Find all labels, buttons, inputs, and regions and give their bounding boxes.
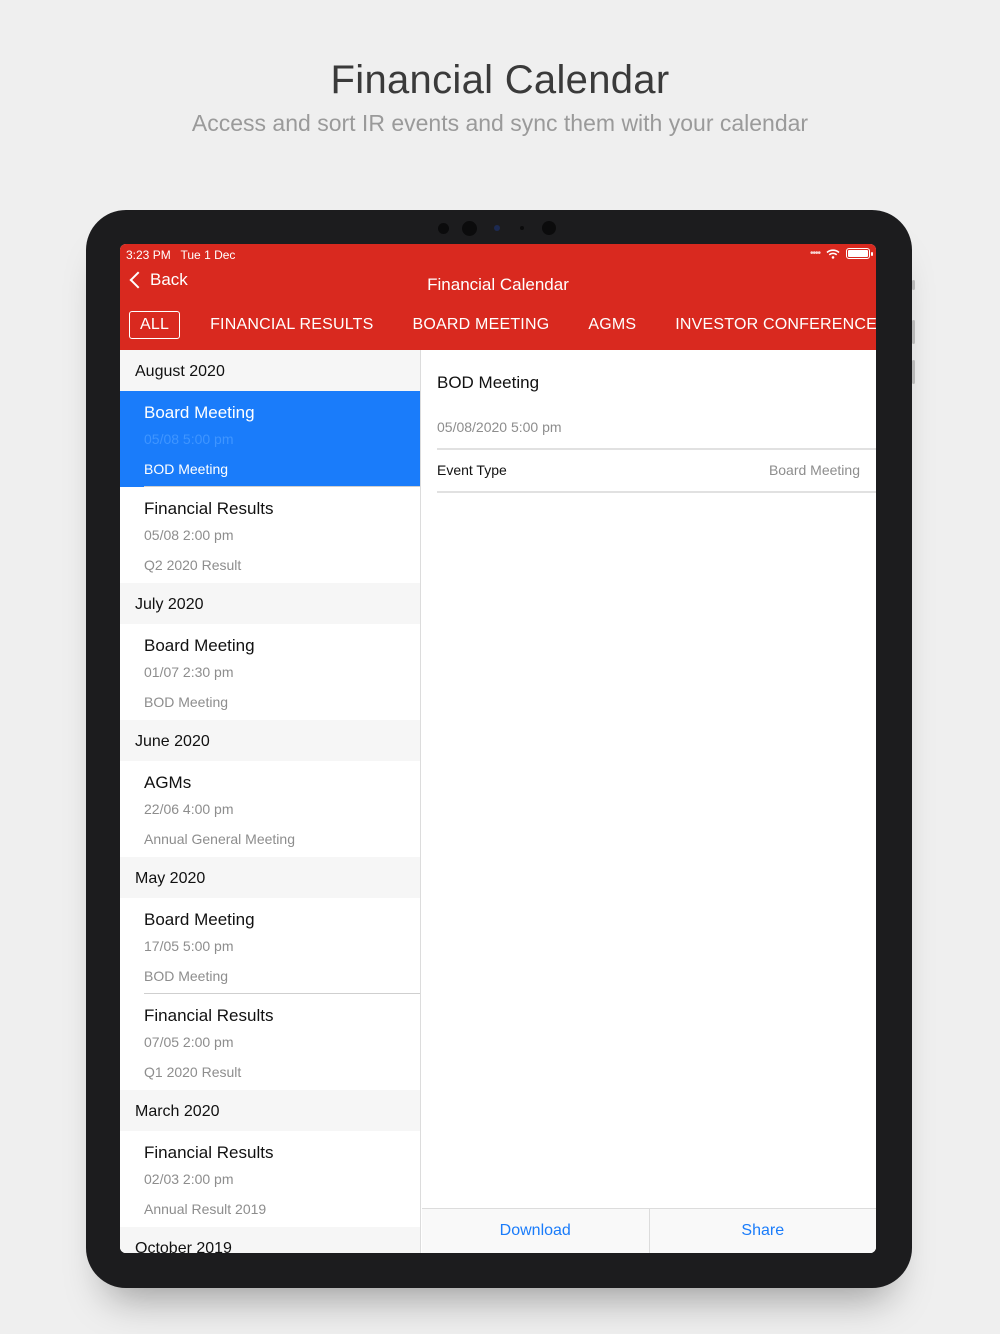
section-header: May 2020 [120,857,420,898]
filter-tab-agms[interactable]: AGMS [588,316,636,334]
section-header: July 2020 [120,583,420,624]
divider [437,448,876,450]
section-header: March 2020 [120,1090,420,1131]
status-bar-time: 3:23 PM Tue 1 Dec [126,248,235,262]
event-description: Annual General Meeting [144,831,295,847]
device-side-button [912,280,915,290]
event-time: 22/06 4:00 pm [144,801,234,817]
promo-subtitle: Access and sort IR events and sync them … [191,110,809,136]
event-time: 02/03 2:00 pm [144,1171,234,1187]
list-item[interactable]: AGMs 22/06 4:00 pm Annual General Meeting [120,761,420,857]
filter-tab-board-meeting[interactable]: BOARD MEETING [413,316,550,334]
event-description: BOD Meeting [144,461,229,477]
device-volume-button [912,320,915,344]
event-time: 17/05 5:00 pm [144,938,234,954]
event-description: Annual Result 2019 [144,1201,267,1217]
download-button[interactable]: Download [422,1209,649,1253]
signal-icon: •••• [809,248,821,259]
event-description: Q1 2020 Result [144,1064,242,1080]
event-type-label: Event Type [437,462,507,478]
event-detail-pane: BOD Meeting 05/08/2020 5:00 pm Event Typ… [422,350,876,1253]
event-description: BOD Meeting [144,694,229,710]
action-bar: Download Share [422,1208,876,1253]
list-item[interactable]: Financial Results 02/03 2:00 pm Annual Res… [120,1131,420,1227]
event-type-value: Board Meeting [768,462,860,478]
device-volume-button [912,360,915,384]
event-description: Q2 2020 Result [144,557,242,573]
promo-title: Financial Calendar [330,58,670,102]
event-title: Board Meeting [144,403,255,422]
app-screen: 3:23 PM Tue 1 Dec •••• Back Financial Ca… [120,244,876,1253]
status-icons: •••• [809,248,873,259]
nav-title: Financial Calendar [427,275,569,294]
event-title: Financial Results [144,1006,274,1025]
event-time: 01/07 2:30 pm [144,664,234,680]
battery-icon [846,248,873,259]
divider [437,491,876,493]
event-title: Board Meeting [144,636,255,655]
detail-title: BOD Meeting [437,373,540,392]
event-time: 05/08 2:00 pm [144,527,234,543]
event-time: 07/05 2:00 pm [144,1034,234,1050]
filter-tab-financial-results[interactable]: FINANCIAL RESULTS [210,316,373,334]
camera-array [436,220,566,236]
list-item[interactable]: Board Meeting 05/08 5:00 pm BOD Meeting [120,391,420,487]
list-item[interactable]: Financial Results 07/05 2:00 pm Q1 2020 Re… [120,994,420,1090]
event-title: Financial Results [144,1143,274,1162]
filter-tab-all[interactable]: ALL [129,311,181,339]
event-description: BOD Meeting [144,968,229,984]
navigation-bar: 3:23 PM Tue 1 Dec •••• Back Financial Ca… [120,244,876,350]
wifi-icon [826,248,840,259]
list-item[interactable]: Board Meeting 01/07 2:30 pm BOD Meeting [120,624,420,720]
section-header: August 2020 [120,350,420,391]
filter-tabs: ALL FINANCIAL RESULTS BOARD MEETING AGMS INV… [120,310,876,340]
list-item[interactable]: Board Meeting 17/05 5:00 pm BOD Meeting [120,898,420,994]
section-header: June 2020 [120,720,420,761]
section-header: October 2019 [120,1227,420,1253]
status-date-text: Tue 1 Dec [180,248,236,262]
list-item[interactable]: Financial Results 05/08 2:00 pm Q2 2020 Re… [120,487,420,583]
event-list[interactable]: August 2020 Board Meeting 05/08 5:00 pm BOD… [120,350,421,1253]
event-time: 05/08 5:00 pm [144,431,234,447]
filter-tab-investor-conference[interactable]: INVESTOR CONFERENCE [675,316,876,334]
ipad-frame: 3:23 PM Tue 1 Dec •••• Back Financial Ca… [86,210,915,1288]
status-time-text: 3:23 PM [126,248,171,262]
event-title: AGMs [144,773,192,792]
event-title: Board Meeting [144,910,255,929]
share-button[interactable]: Share [648,1209,877,1253]
detail-datetime: 05/08/2020 5:00 pm [437,419,562,435]
event-title: Financial Results [144,499,274,518]
